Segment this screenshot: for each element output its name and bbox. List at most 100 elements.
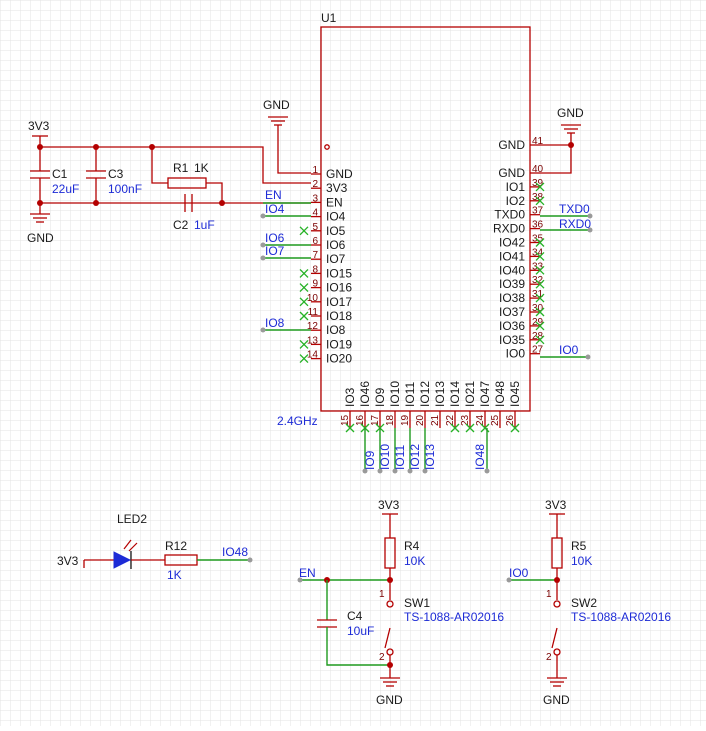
- pin-number: 26: [505, 414, 516, 426]
- pin-number: 39: [532, 178, 544, 189]
- net-label-io48-led[interactable]: IO48: [222, 545, 248, 559]
- pin-number: 32: [532, 275, 544, 286]
- net-label-io0-sw[interactable]: IO0: [509, 566, 529, 580]
- r12-value: 1K: [167, 568, 182, 582]
- pin-number: 30: [532, 303, 544, 314]
- antenna-label: 2.4GHz: [277, 414, 318, 428]
- pin-number: 14: [307, 350, 319, 361]
- net-label-io11[interactable]: IO11: [393, 445, 407, 470]
- pin-name: IO37: [499, 305, 525, 319]
- junction: [149, 144, 155, 150]
- pin-name: IO40: [499, 263, 525, 277]
- sw1-value: TS-1088-AR02016: [404, 610, 504, 624]
- pin-name: IO36: [499, 319, 525, 333]
- pin-name: IO19: [326, 337, 352, 351]
- pin-number: 1: [312, 165, 318, 176]
- net-label-io10[interactable]: IO10: [378, 444, 392, 470]
- pin-number: 28: [532, 331, 544, 342]
- net-label-io9[interactable]: IO9: [363, 450, 377, 470]
- pin-name: IO41: [499, 249, 525, 263]
- gnd-sw2-label: GND: [543, 693, 570, 707]
- pin-number: 22: [445, 414, 456, 426]
- net-label-en[interactable]: EN: [265, 188, 282, 202]
- net-label-io48-bottom[interactable]: IO48: [473, 444, 487, 470]
- pin-name: IO12: [418, 381, 432, 407]
- pin-number: 7: [312, 250, 318, 261]
- junction: [387, 662, 393, 668]
- c1-value: 22uF: [52, 182, 79, 196]
- pin-name: IO14: [448, 381, 462, 407]
- c2-value: 1uF: [194, 218, 215, 232]
- junction: [554, 577, 560, 583]
- c3-value: 100nF: [108, 182, 142, 196]
- pin-name: IO10: [388, 381, 402, 407]
- pin-number: 17: [370, 414, 381, 426]
- c1-ref: C1: [52, 167, 68, 181]
- pin-number: 15: [340, 414, 351, 426]
- net-label-io4[interactable]: IO4: [265, 202, 285, 216]
- r4-ref: R4: [404, 539, 420, 553]
- pin-number: 4: [312, 208, 318, 219]
- net-label-io7[interactable]: IO7: [265, 244, 285, 258]
- pin-name: IO17: [326, 295, 352, 309]
- sw1-pin1: 1: [379, 589, 385, 600]
- pin-number: 25: [490, 414, 501, 426]
- net-label-io6[interactable]: IO6: [265, 231, 285, 245]
- junction: [37, 144, 43, 150]
- pin-name: IO16: [326, 281, 352, 295]
- pin-name: IO47: [478, 381, 492, 407]
- net-label-rxd0[interactable]: RXD0: [559, 217, 591, 231]
- pin-name: IO45: [508, 381, 522, 407]
- pin-name: GND: [498, 138, 525, 152]
- sw2-value: TS-1088-AR02016: [571, 610, 671, 624]
- net-label-io8[interactable]: IO8: [265, 316, 285, 330]
- net-label-io12[interactable]: IO12: [408, 444, 422, 470]
- junction: [93, 144, 99, 150]
- gnd-left-label: GND: [27, 231, 54, 245]
- pin-name: IO3: [343, 387, 357, 407]
- pin-name: 3V3: [326, 181, 348, 195]
- pin-number: 36: [532, 220, 544, 231]
- pin-name: IO4: [326, 210, 346, 224]
- pin-name: RXD0: [493, 222, 525, 236]
- pin-name: IO0: [506, 347, 526, 361]
- pin-name: IO9: [373, 387, 387, 407]
- gnd-sw1-label: GND: [376, 693, 403, 707]
- net-label-io0[interactable]: IO0: [559, 343, 579, 357]
- pin-name: IO6: [326, 238, 346, 252]
- pin-number: 19: [400, 414, 411, 426]
- junction: [219, 200, 225, 206]
- r12-ref: R12: [165, 539, 187, 553]
- pin-name: IO18: [326, 309, 352, 323]
- pin-number: 24: [475, 414, 486, 426]
- right-pin-group: 41GND40GND39IO138IO237TXD036RXD035IO4234…: [493, 136, 545, 361]
- pin-name: IO1: [506, 180, 526, 194]
- pin-name: IO48: [493, 381, 507, 407]
- pin-name: IO13: [433, 381, 447, 407]
- pin-name: GND: [326, 167, 353, 181]
- pin-name: IO5: [326, 224, 346, 238]
- pin-number: 31: [532, 289, 544, 300]
- sw1-ref: SW1: [404, 596, 430, 610]
- net-end: [585, 354, 591, 360]
- vcc-led-label: 3V3: [57, 554, 79, 568]
- pin-number: 3: [312, 193, 318, 204]
- net-label-en-sw[interactable]: EN: [299, 566, 316, 580]
- c4-ref: C4: [347, 609, 363, 623]
- net-label-io13[interactable]: IO13: [423, 444, 437, 470]
- pin-number: 10: [307, 293, 319, 304]
- pin-name: IO46: [358, 381, 372, 407]
- pin-name: GND: [498, 166, 525, 180]
- led2-ref: LED2: [117, 512, 147, 526]
- r1-value: 1K: [194, 161, 209, 175]
- pin-name: IO20: [326, 352, 352, 366]
- pin-name: IO8: [326, 323, 346, 337]
- r5-value: 10K: [571, 554, 592, 568]
- net-label-txd0[interactable]: TXD0: [559, 202, 590, 216]
- sw2-pin1: 1: [546, 589, 552, 600]
- junction: [387, 577, 393, 583]
- pin-number: 21: [430, 414, 441, 426]
- pin-name: IO11: [403, 382, 417, 407]
- pin-name: IO42: [499, 236, 525, 250]
- pin-number: 18: [385, 414, 396, 426]
